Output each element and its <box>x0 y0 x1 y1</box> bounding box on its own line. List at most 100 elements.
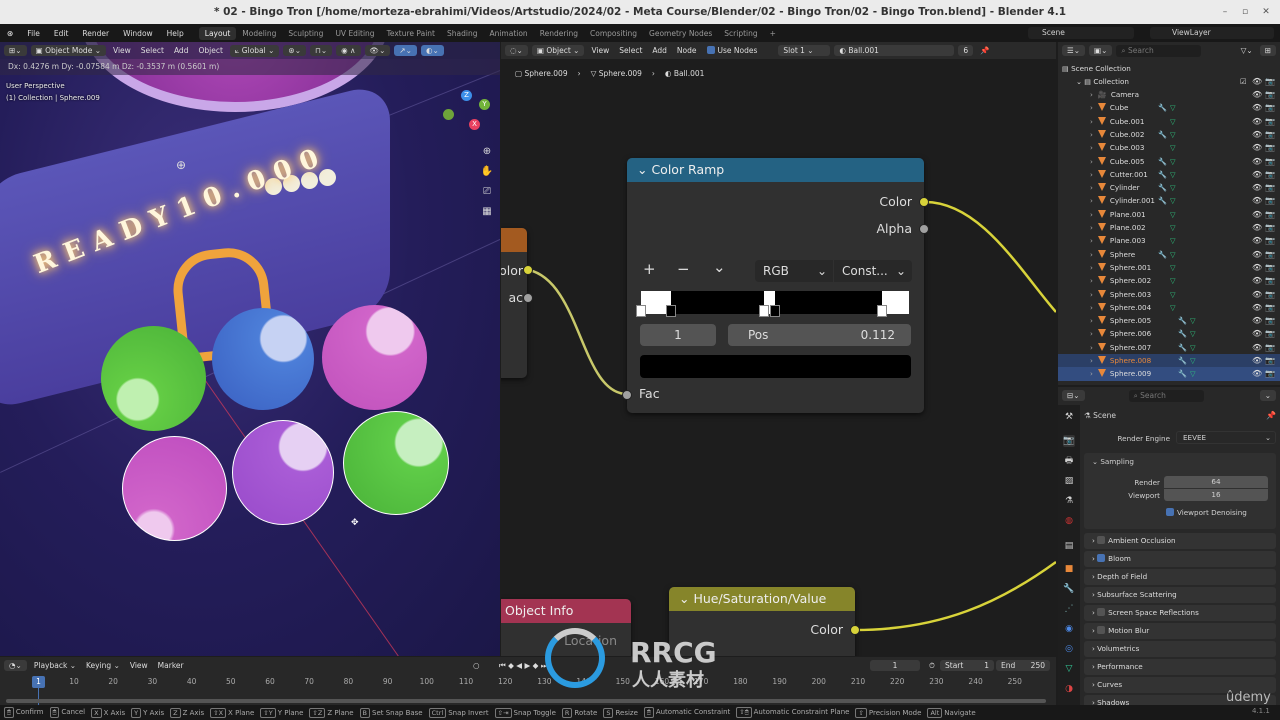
pin-icon[interactable]: 📌 <box>977 46 992 55</box>
modifier-wrench-icon[interactable]: 🔧 <box>1158 181 1167 194</box>
color-ramp-gradient[interactable] <box>636 291 909 317</box>
render-samples-field[interactable]: 64 <box>1164 476 1268 488</box>
modifier-wrench-icon[interactable]: 🔧 <box>1158 168 1167 181</box>
fac-output-socket[interactable] <box>523 293 533 303</box>
playhead[interactable]: 1 <box>32 676 45 688</box>
navigation-gizmo[interactable]: Z Y X <box>440 87 495 137</box>
workspace-tab-animation[interactable]: Animation <box>483 27 533 40</box>
camera-render-icon[interactable]: 📷 <box>1265 88 1275 101</box>
expand-chevron-icon[interactable]: › <box>1090 236 1093 245</box>
outliner-row[interactable]: › Cube 🔧 ▽ 👁 📷 <box>1058 101 1280 114</box>
eye-icon[interactable]: 👁 <box>1252 314 1262 327</box>
outliner-row[interactable]: › Sphere 🔧 ▽ 👁 📷 <box>1058 248 1280 261</box>
expand-chevron-icon[interactable]: › <box>1090 170 1093 179</box>
node-menu-select[interactable]: Select <box>616 46 645 55</box>
modifier-wrench-icon[interactable]: 🔧 <box>1178 341 1187 354</box>
expand-chevron-icon[interactable]: › <box>1090 90 1093 99</box>
end-frame-field[interactable]: End 250 <box>996 660 1050 671</box>
remove-stop-button[interactable]: − <box>677 260 690 278</box>
eye-icon[interactable]: 👁 <box>1252 367 1262 380</box>
camera-render-icon[interactable]: 📷 <box>1265 128 1275 141</box>
eye-icon[interactable]: 👁 <box>1252 288 1262 301</box>
modifier-wrench-icon[interactable]: 🔧 <box>1158 128 1167 141</box>
modifier-wrench-icon[interactable]: 🔧 <box>1158 155 1167 168</box>
camera-render-icon[interactable]: 📷 <box>1265 341 1275 354</box>
shader-type-selector[interactable]: ▣ Object ⌄ <box>531 45 585 56</box>
workspace-tab-layout[interactable]: Layout <box>198 26 237 40</box>
expand-chevron-icon[interactable]: › <box>1090 356 1093 365</box>
camera-render-icon[interactable]: 📷 <box>1265 115 1275 128</box>
workspace-tab-sculpting[interactable]: Sculpting <box>282 27 329 40</box>
camera-render-icon[interactable]: 📷 <box>1265 354 1275 367</box>
current-frame-field[interactable]: 1 <box>870 660 920 671</box>
ramp-stop-handle[interactable] <box>636 305 646 317</box>
menu-render[interactable]: Render <box>75 29 116 38</box>
filter-funnel-icon[interactable]: ▽⌄ <box>1238 46 1256 55</box>
modifier-wrench-icon[interactable]: 🔧 <box>1178 354 1187 367</box>
material-selector[interactable]: ◐ Ball.001 <box>834 45 955 56</box>
camera-render-icon[interactable]: 📷 <box>1265 141 1275 154</box>
workspace-tab-compositing[interactable]: Compositing <box>584 27 643 40</box>
outliner-row[interactable]: › Cylinder.001 🔧 ▽ 👁 📷 <box>1058 194 1280 207</box>
gizmo-z-axis[interactable]: Z <box>461 90 472 101</box>
modifier-tab-icon[interactable]: 🔧 <box>1063 583 1075 595</box>
blender-logo-icon[interactable]: ⊛ <box>0 29 20 38</box>
outliner-row[interactable]: › Sphere.006 🔧 ▽ 👁 📷 <box>1058 327 1280 340</box>
workspace-tab-geometry-nodes[interactable]: Geometry Nodes <box>643 27 718 40</box>
camera-render-icon[interactable]: 📷 <box>1265 155 1275 168</box>
outliner-row[interactable]: › Sphere.009 🔧 ▽ 👁 📷 <box>1058 367 1280 381</box>
expand-chevron-icon[interactable]: › <box>1090 103 1093 112</box>
eye-icon[interactable]: 👁 <box>1252 75 1262 88</box>
render-engine-dropdown[interactable]: EEVEE ⌄ <box>1176 431 1276 444</box>
menu-edit[interactable]: Edit <box>47 29 76 38</box>
ramp-menu-button[interactable]: ⌄ <box>713 258 726 276</box>
expand-chevron-icon[interactable]: › <box>1090 303 1093 312</box>
transform-orientation-selector[interactable]: ⟀ Global ⌄ <box>229 44 280 57</box>
material-tab-icon[interactable]: ◑ <box>1063 683 1075 695</box>
viewport-menu-add[interactable]: Add <box>171 46 192 55</box>
outliner-row[interactable]: › Sphere.008 🔧 ▽ 👁 📷 <box>1058 354 1280 368</box>
camera-render-icon[interactable]: 📷 <box>1265 101 1275 114</box>
constraints-tab-icon[interactable]: ◎ <box>1063 643 1075 655</box>
stop-color-swatch[interactable] <box>640 355 911 378</box>
workspace-tab-texture-paint[interactable]: Texture Paint <box>381 27 441 40</box>
panel-checkbox[interactable] <box>1097 536 1106 544</box>
expand-chevron-icon[interactable]: › <box>1090 343 1093 352</box>
overlay-toggle-icon[interactable]: ◐⌄ <box>420 45 444 56</box>
editor-type-button[interactable]: ⊞⌄ <box>4 45 27 56</box>
modifier-wrench-icon[interactable]: 🔧 <box>1178 367 1187 380</box>
color-mode-dropdown[interactable]: RGB ⌄ <box>755 260 833 282</box>
panel-subsurface-scattering[interactable]: › Subsurface Scattering <box>1084 587 1276 603</box>
ramp-stop-handle[interactable] <box>770 305 780 317</box>
scene-collection-row[interactable]: ▤ Scene Collection <box>1058 62 1280 75</box>
modifier-wrench-icon[interactable]: 🔧 <box>1158 248 1167 261</box>
camera-view-icon[interactable]: ⎚ <box>480 182 494 202</box>
workspace-tab-uv-editing[interactable]: UV Editing <box>329 27 380 40</box>
outliner-row[interactable]: › Plane.002 ▽ 👁 📷 <box>1058 221 1280 234</box>
material-users-count[interactable]: 6 <box>958 45 974 56</box>
auto-keying-toggle[interactable]: ○ <box>470 661 483 670</box>
mesh-data-icon[interactable]: ▽ <box>1190 367 1196 380</box>
mesh-data-icon[interactable]: ▽ <box>1170 248 1176 261</box>
view-layer-selector[interactable]: ViewLayer <box>1150 27 1274 39</box>
physics-tab-icon[interactable]: ◉ <box>1063 623 1075 635</box>
mesh-data-icon[interactable]: ▽ <box>1170 274 1176 287</box>
mesh-data-icon[interactable]: ▽ <box>1190 314 1196 327</box>
object-tab-icon[interactable]: ■ <box>1063 563 1075 575</box>
panel-checkbox[interactable] <box>1097 554 1106 562</box>
camera-render-icon[interactable]: 📷 <box>1265 168 1275 181</box>
camera-render-icon[interactable]: 📷 <box>1265 327 1275 340</box>
mesh-data-icon[interactable]: ▽ <box>1170 181 1176 194</box>
expand-chevron-icon[interactable]: › <box>1090 130 1093 139</box>
panel-motion-blur[interactable]: › Motion Blur <box>1084 623 1276 639</box>
expand-chevron-icon[interactable]: › <box>1090 210 1093 219</box>
outliner-row[interactable]: › Cube.003 ▽ 👁 📷 <box>1058 141 1280 154</box>
particles-tab-icon[interactable]: ⋰ <box>1063 603 1075 615</box>
workspace-tab-shading[interactable]: Shading <box>441 27 483 40</box>
camera-render-icon[interactable]: 📷 <box>1265 248 1275 261</box>
eye-icon[interactable]: 👁 <box>1252 115 1262 128</box>
camera-render-icon[interactable]: 📷 <box>1265 208 1275 221</box>
properties-options-icon[interactable]: ⌄ <box>1259 390 1276 401</box>
ramp-alpha-output-socket[interactable] <box>919 224 929 234</box>
breadcrumb-material[interactable]: ◐ Ball.001 <box>665 69 705 78</box>
